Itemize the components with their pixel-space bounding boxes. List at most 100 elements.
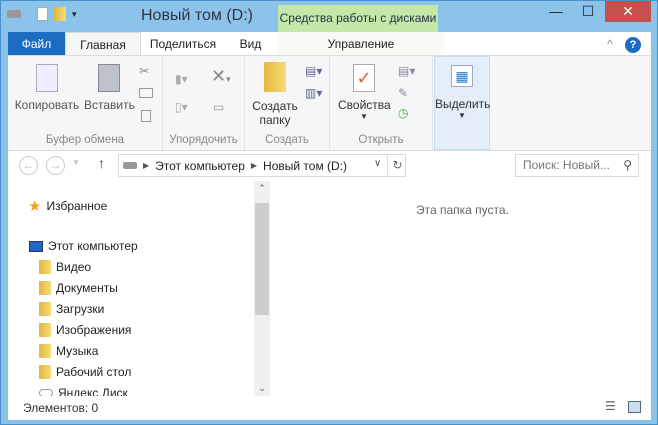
drive-icon — [123, 162, 137, 169]
nav-item-videos[interactable]: Видео — [39, 260, 91, 274]
navigation-bar: ← → ▼ ↑ ▶ Этот компьютер ▶ Новый том (D:… — [8, 151, 651, 181]
scrollbar-thumb[interactable] — [255, 203, 269, 315]
nav-item-label: Загрузки — [56, 302, 105, 316]
group-organize: ▮▾ ▯▾ ✕▾ ▭ Упорядочить — [163, 56, 245, 150]
properties-button[interactable]: ✓ Свойства ▼ — [338, 64, 391, 121]
nav-scrollbar[interactable]: ⌃ ⌄ — [254, 181, 270, 396]
nav-item-label: Яндекс.Диск — [58, 386, 128, 396]
forward-button[interactable]: → — [46, 156, 65, 175]
open-group-label: Открыть — [358, 134, 404, 146]
history-icon[interactable]: ◷ — [398, 106, 408, 120]
nav-item-music[interactable]: Музыка — [39, 344, 98, 358]
select-button[interactable]: ▦ Выделить ▼ — [435, 65, 491, 120]
large-icons-view-icon[interactable] — [628, 401, 641, 413]
rename-icon[interactable]: ▭ — [213, 100, 224, 114]
downloads-folder-icon — [39, 302, 51, 316]
cut-icon[interactable]: ✂ — [139, 64, 149, 78]
maximize-button[interactable]: ☐ — [573, 1, 603, 22]
computer-icon — [29, 240, 43, 252]
nav-item-pictures[interactable]: Изображения — [39, 323, 131, 337]
drive-icon — [7, 10, 21, 18]
folder-icon — [264, 62, 286, 92]
group-create: Создать папку ▤▾ ▥▾ Создать — [245, 56, 330, 150]
nav-item-label: Документы — [56, 281, 118, 295]
new-folder-button[interactable]: Создать папку — [250, 62, 300, 127]
group-open: ✓ Свойства ▼ ▤▾ ✎ ◷ Открыть — [330, 56, 433, 150]
help-icon[interactable]: ? — [623, 32, 643, 56]
nav-item-downloads[interactable]: Загрузки — [39, 302, 104, 316]
ribbon-tabs: Файл Главная Поделиться Вид Управление ^… — [8, 32, 651, 56]
customize-toolbar-icon[interactable]: ▾ — [72, 9, 77, 20]
copy-label: Копировать — [14, 98, 80, 112]
open-icon[interactable]: ▤▾ — [398, 64, 415, 78]
breadcrumb-chevron-icon: ▶ — [250, 161, 258, 170]
tab-file[interactable]: Файл — [8, 32, 65, 56]
documents-folder-icon — [39, 281, 51, 295]
scroll-down-icon[interactable]: ⌄ — [254, 383, 270, 394]
navigation-pane: ★ Избранное Этот компьютер Видео Документ… — [8, 181, 254, 396]
tab-home[interactable]: Главная — [65, 32, 141, 56]
search-input[interactable]: Поиск: Новый... ⚲ — [515, 154, 639, 177]
music-folder-icon — [39, 344, 51, 358]
copy-button[interactable]: Копировать — [14, 64, 80, 112]
paste-button[interactable]: Вставить — [84, 64, 135, 112]
easy-access-icon[interactable]: ▥▾ — [305, 86, 322, 100]
quick-access-toolbar: ▾ — [7, 7, 77, 21]
new-item-icon[interactable]: ▤▾ — [305, 64, 322, 78]
nav-item-label: Видео — [56, 260, 92, 274]
select-label: Выделить — [435, 97, 491, 111]
nav-item-desktop[interactable]: Рабочий стол — [39, 365, 131, 379]
explorer-window: ▾ Новый том (D:) Средства работы с диска… — [0, 0, 658, 425]
properties-dropdown-icon: ▼ — [360, 112, 368, 121]
context-tab-header: Средства работы с дисками — [278, 5, 438, 32]
copy-to-icon[interactable]: ▯▾ — [175, 100, 188, 114]
empty-folder-message: Эта папка пуста. — [416, 203, 509, 217]
refresh-icon[interactable]: ↻ — [387, 155, 407, 176]
close-button[interactable]: ✕ — [605, 1, 651, 22]
move-to-icon[interactable]: ▮▾ — [175, 72, 188, 86]
minimize-button[interactable]: — — [541, 1, 571, 22]
nav-item-documents[interactable]: Документы — [39, 281, 118, 295]
cloud-drive-icon — [39, 389, 53, 396]
tab-manage[interactable]: Управление — [278, 32, 444, 56]
organize-group-label: Упорядочить — [169, 134, 238, 146]
group-select: ▦ Выделить ▼ — [434, 56, 490, 150]
scroll-up-icon[interactable]: ⌃ — [254, 183, 270, 194]
properties-icon[interactable] — [37, 7, 48, 21]
details-view-icon[interactable]: ☰ — [605, 399, 616, 413]
copy-icon — [36, 64, 58, 92]
properties-check-icon: ✓ — [353, 64, 375, 92]
select-grid-icon: ▦ — [451, 65, 473, 87]
nav-this-pc[interactable]: Этот компьютер — [29, 239, 138, 253]
breadcrumb-computer[interactable]: Этот компьютер — [155, 159, 245, 173]
nav-item-label: Рабочий стол — [56, 365, 132, 379]
new-folder-icon[interactable] — [54, 7, 66, 21]
nav-this-pc-label: Этот компьютер — [48, 239, 138, 253]
paste-icon — [98, 64, 120, 92]
desktop-folder-icon — [39, 365, 51, 379]
nav-item-yandex-disk[interactable]: Яндекс.Диск — [39, 386, 128, 396]
up-button[interactable]: ↑ — [98, 155, 105, 171]
tab-share[interactable]: Поделиться — [143, 32, 223, 56]
nav-favorites-label: Избранное — [46, 199, 108, 213]
nav-item-label: Изображения — [56, 323, 132, 337]
breadcrumb-drive[interactable]: Новый том (D:) — [263, 159, 347, 173]
address-history-icon[interactable]: ∨ — [374, 158, 381, 169]
address-bar[interactable]: ▶ Этот компьютер ▶ Новый том (D:) ∨ ↻ — [118, 154, 406, 177]
clipboard-group-label: Буфер обмена — [45, 134, 125, 146]
title-bar: ▾ Новый том (D:) Средства работы с диска… — [1, 1, 657, 32]
delete-icon[interactable]: ✕▾ — [211, 66, 231, 87]
item-count: Элементов: 0 — [23, 401, 99, 415]
pictures-folder-icon — [39, 323, 51, 337]
recent-dropdown-icon[interactable]: ▼ — [72, 158, 80, 167]
tab-view[interactable]: Вид — [233, 32, 268, 56]
paste-label: Вставить — [84, 98, 135, 112]
paste-shortcut-icon[interactable] — [141, 110, 151, 122]
nav-favorites[interactable]: ★ Избранное — [28, 197, 107, 215]
collapse-ribbon-icon[interactable]: ^ — [603, 32, 617, 56]
ribbon: Копировать Вставить ✂ Буфер обмена ▮▾ ▯▾… — [8, 55, 651, 151]
breadcrumb-chevron-icon: ▶ — [143, 161, 150, 170]
copy-path-icon[interactable] — [139, 88, 153, 98]
back-button[interactable]: ← — [19, 156, 38, 175]
edit-icon[interactable]: ✎ — [398, 86, 408, 100]
